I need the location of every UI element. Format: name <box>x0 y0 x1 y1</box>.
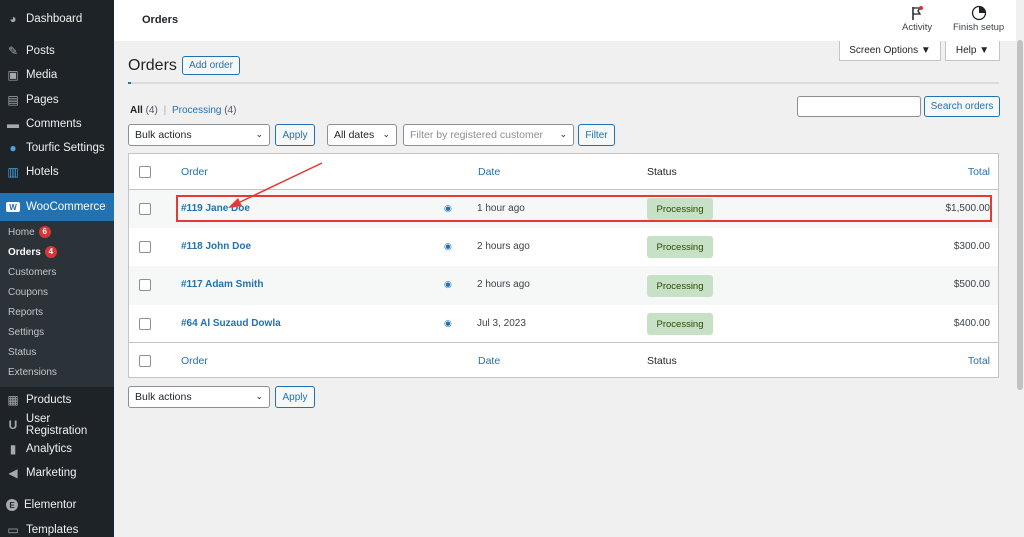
arrow-annotation-icon <box>228 162 323 208</box>
chevron-down-icon: ⌄ <box>255 391 263 401</box>
scrollbar-thumb[interactable] <box>1017 40 1023 390</box>
apply-button-bottom[interactable]: Apply <box>275 386 315 408</box>
bulk-actions-select-bottom[interactable]: Bulk actions ⌄ <box>128 386 270 408</box>
page-scrollbar[interactable] <box>1016 0 1024 537</box>
